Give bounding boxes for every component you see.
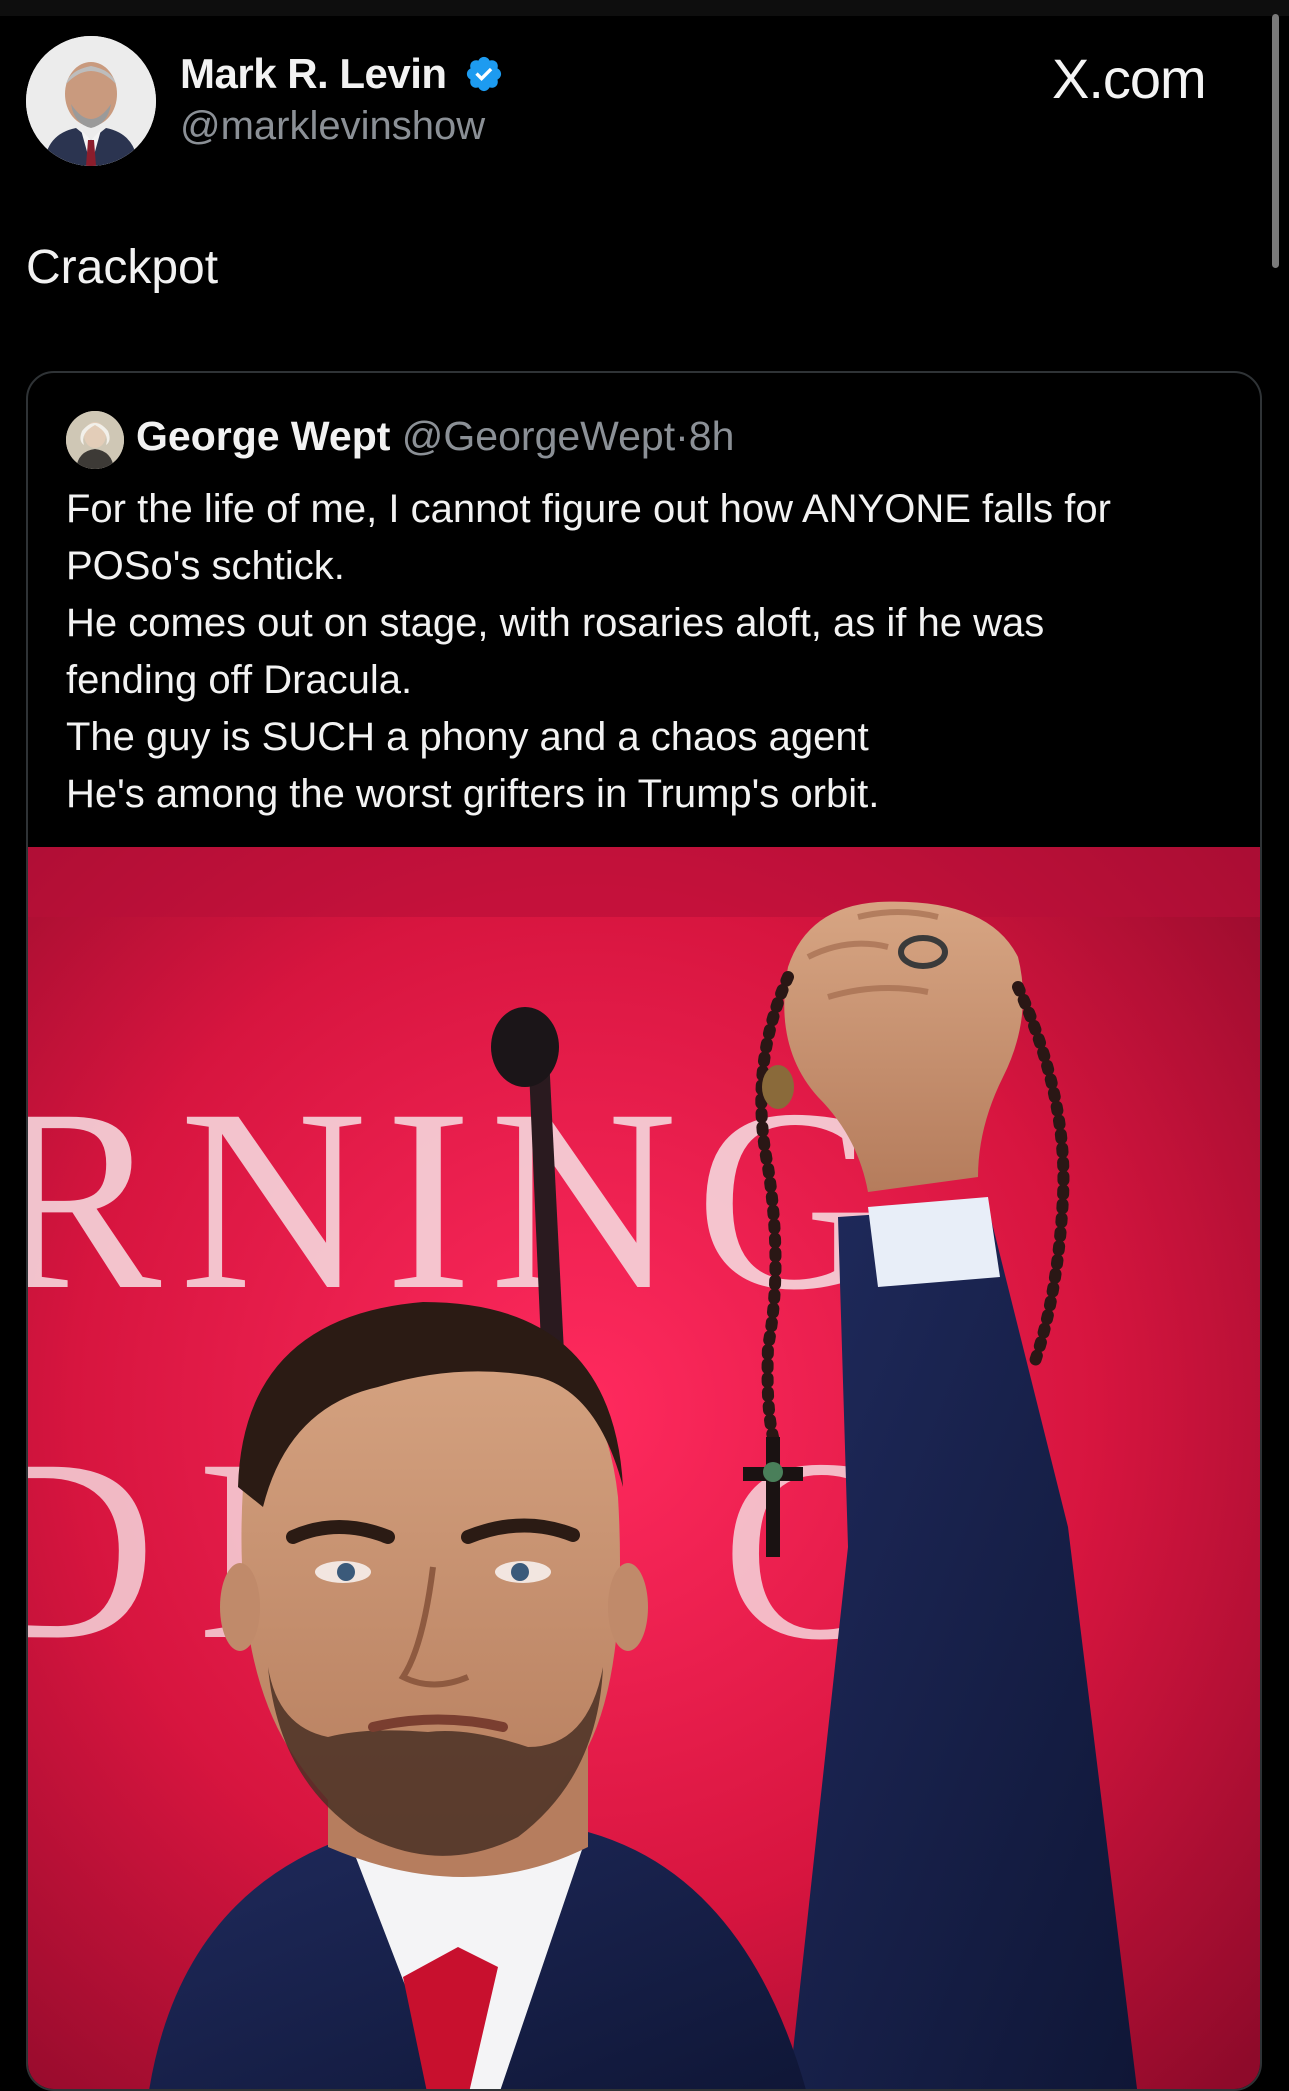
quoted-author-avatar[interactable] xyxy=(66,411,124,469)
quoted-post-text: For the life of me, I cannot figure out … xyxy=(66,481,1236,823)
quoted-post-photo[interactable]: RNING DI T C xyxy=(28,847,1262,2091)
quoted-text-line: The guy is SUCH a phony and a chaos agen… xyxy=(66,715,869,759)
quoted-author-name[interactable]: George Wept xyxy=(136,413,390,459)
author-avatar[interactable] xyxy=(26,36,156,166)
header-separator: · xyxy=(675,413,689,459)
site-label: X.com xyxy=(1052,47,1207,110)
quoted-avatar-image xyxy=(66,411,124,469)
quoted-post-card[interactable]: George Wept @GeorgeWept·8h For the life … xyxy=(26,371,1262,2091)
scrollbar[interactable] xyxy=(1272,14,1279,268)
status-strip xyxy=(0,0,1289,16)
author-name[interactable]: Mark R. Levin xyxy=(180,50,447,98)
quoted-text-line: For the life of me, I cannot figure out … xyxy=(66,487,1111,531)
quoted-text-line: fending off Dracula. xyxy=(66,658,413,702)
quoted-post-time[interactable]: 8h xyxy=(689,413,735,459)
quoted-text-line: POSo's schtick. xyxy=(66,544,345,588)
avatar-image xyxy=(26,36,156,166)
quoted-text-line: He comes out on stage, with rosaries alo… xyxy=(66,601,1045,645)
author-handle[interactable]: @marklevinshow xyxy=(180,104,485,149)
quoted-author-handle[interactable]: @GeorgeWept xyxy=(402,413,675,459)
quoted-text-line: He's among the worst grifters in Trump's… xyxy=(66,772,880,816)
quoted-post-header: George Wept @GeorgeWept·8h xyxy=(136,413,734,460)
post-text: Crackpot xyxy=(26,241,219,294)
verified-badge-icon xyxy=(466,56,502,92)
